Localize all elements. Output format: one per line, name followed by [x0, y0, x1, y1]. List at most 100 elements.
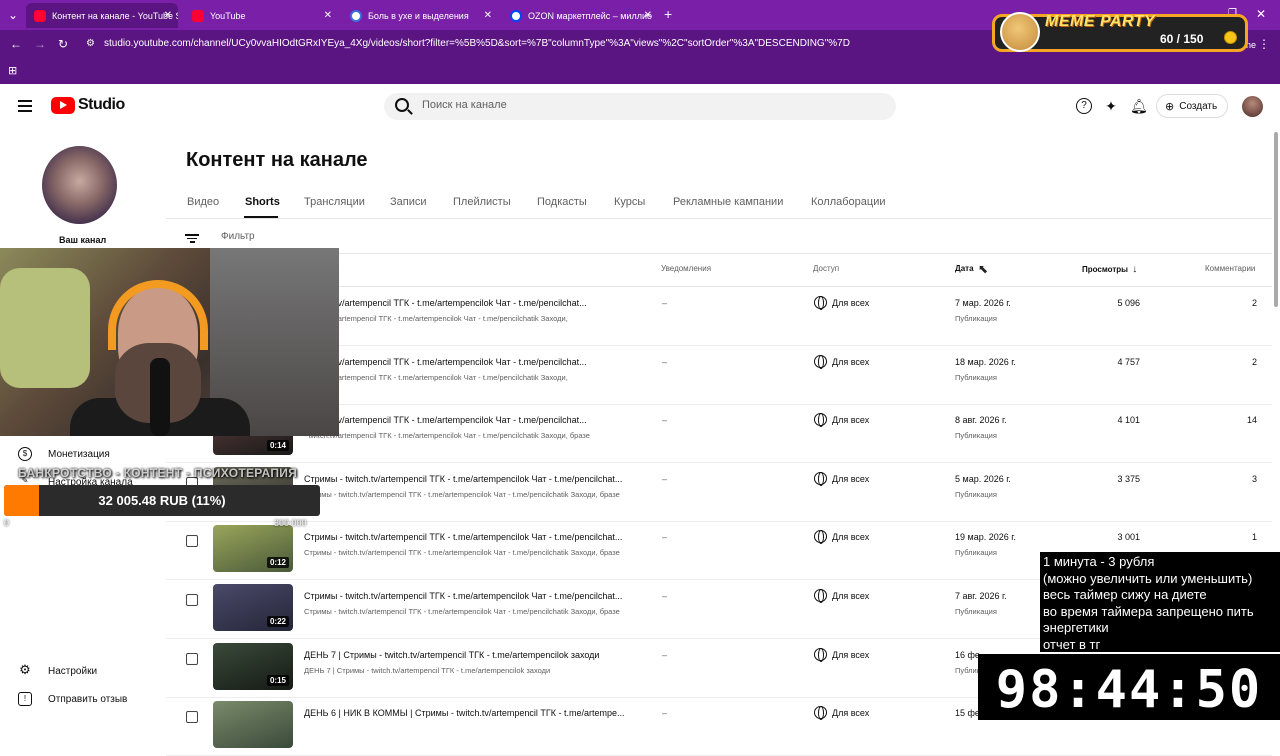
- timer-rule-line: 1 минута - 3 рубля: [1043, 554, 1155, 569]
- cursor-icon: ⬉: [978, 262, 989, 276]
- date-value: 16 фе: [955, 649, 980, 660]
- sidebar-item-label: Отправить отзыв: [48, 693, 128, 705]
- tab-videos[interactable]: Видео: [187, 196, 219, 208]
- close-icon[interactable]: ✕: [324, 10, 332, 21]
- studio-logo-text[interactable]: Studio: [78, 96, 125, 114]
- date-value: 5 мар. 2026 г.: [955, 473, 1011, 484]
- column-header-comments[interactable]: Комментарии: [1205, 264, 1255, 273]
- notifications-value: –: [662, 298, 668, 308]
- video-thumbnail[interactable]: 0:22: [213, 584, 293, 631]
- video-title[interactable]: Стримы - twitch.tv/artempencil ТГК - t.m…: [304, 474, 644, 484]
- forward-icon[interactable]: →: [34, 37, 46, 51]
- ozon-icon: [510, 9, 522, 22]
- tab-posts[interactable]: Записи: [390, 196, 427, 208]
- bell-icon[interactable]: 🔔︎: [1130, 98, 1148, 114]
- video-thumbnail[interactable]: 0:12: [213, 525, 293, 573]
- video-title[interactable]: ДЕНЬ 6 | НИК В КОММЫ | Стримы - twitch.t…: [304, 708, 644, 718]
- donation-goal-text: 32 005.48 RUB (11%): [98, 493, 226, 508]
- channel-avatar[interactable]: [42, 146, 117, 224]
- avatar[interactable]: [1242, 96, 1263, 117]
- video-thumbnail[interactable]: 0:15: [213, 642, 293, 690]
- youtube-icon: [192, 9, 204, 22]
- sidebar-item-label: Настройки: [48, 665, 98, 677]
- sidebar-item-settings[interactable]: ⚙ Настройки: [18, 663, 98, 678]
- site-info-icon[interactable]: ⚙: [86, 37, 95, 51]
- browser-tab-studio[interactable]: Контент на канале - YouTube S ✕: [26, 3, 178, 28]
- tab-collaborations[interactable]: Коллаборации: [811, 196, 885, 208]
- access-value[interactable]: Для всех: [832, 708, 869, 718]
- video-description: - twitch.tv/artempencil ТГК - t.me/artem…: [304, 431, 590, 441]
- tab-courses[interactable]: Курсы: [614, 196, 645, 208]
- video-thumbnail[interactable]: [213, 701, 293, 749]
- sparkle-icon[interactable]: ✦: [1103, 98, 1119, 114]
- tab-podcasts[interactable]: Подкасты: [537, 196, 587, 208]
- row-checkbox[interactable]: [186, 535, 198, 548]
- scrollbar[interactable]: [1274, 132, 1278, 307]
- views-value: 4 757: [1117, 356, 1140, 367]
- apps-grid-icon[interactable]: ⊞: [8, 64, 17, 78]
- donation-goal-start: 0: [4, 518, 10, 528]
- access-value[interactable]: Для всех: [832, 298, 869, 308]
- search-icon[interactable]: [395, 98, 409, 112]
- tab-label: YouTube: [210, 10, 246, 21]
- url-field[interactable]: studio.youtube.com/channel/UCy0vvaHIOdtG…: [104, 35, 1004, 53]
- close-icon[interactable]: ✕: [484, 10, 492, 21]
- help-icon[interactable]: ?: [1076, 98, 1092, 114]
- row-checkbox[interactable]: [186, 594, 198, 606]
- close-icon[interactable]: ✕: [644, 10, 652, 21]
- access-value[interactable]: Для всех: [832, 591, 869, 601]
- browser-tab-doc[interactable]: Боль в ухе и выделения ✕: [342, 3, 498, 28]
- row-checkbox[interactable]: [186, 711, 198, 724]
- meme-party-count: 60 / 150: [1160, 32, 1204, 46]
- meme-party-title: MEME PARTY: [1045, 13, 1156, 30]
- browser-tab-youtube[interactable]: YouTube ✕: [184, 3, 338, 28]
- reload-icon[interactable]: ↻: [58, 37, 68, 51]
- publish-status: Публикация: [955, 372, 997, 382]
- access-value[interactable]: Для всех: [832, 357, 869, 367]
- hamburger-menu-icon[interactable]: [18, 100, 32, 112]
- stream-banner: БАНКРОТСТВО - КОНТЕНТ - ПСИХОТЕРАПИЯ: [18, 466, 298, 480]
- access-value[interactable]: Для всех: [832, 650, 869, 660]
- video-title[interactable]: - twitch.tv/artempencil ТГК - t.me/artem…: [304, 415, 644, 425]
- access-value[interactable]: Для всех: [832, 474, 869, 484]
- table-row[interactable]: Стримы - twitch.tv/artempencil ТГК - t.m…: [166, 463, 1272, 522]
- sidebar-item-feedback[interactable]: ! Отправить отзыв: [18, 692, 127, 706]
- filter-input[interactable]: Фильтр: [221, 231, 255, 242]
- column-header-notifications[interactable]: Уведомления: [661, 264, 711, 273]
- column-header-access[interactable]: Доступ: [813, 264, 839, 273]
- access-value[interactable]: Для всех: [832, 532, 869, 542]
- tab-list-icon[interactable]: ⌄: [8, 8, 18, 22]
- create-button[interactable]: ⊕ Создать: [1156, 94, 1228, 118]
- tab-playlists[interactable]: Плейлисты: [453, 196, 511, 208]
- video-title[interactable]: Стримы - twitch.tv/artempencil ТГК - t.m…: [304, 532, 644, 542]
- browser-tab-ozon[interactable]: OZON маркетплейс – миллио ✕: [502, 3, 658, 28]
- row-checkbox[interactable]: [186, 652, 198, 665]
- globe-icon: [814, 530, 827, 545]
- video-description: - twitch.tv/artempencil ТГК - t.me/artem…: [304, 372, 568, 382]
- tab-ad-campaigns[interactable]: Рекламные кампании: [673, 196, 783, 208]
- video-title[interactable]: - twitch.tv/artempencil ТГК - t.me/artem…: [304, 357, 644, 367]
- access-value[interactable]: Для всех: [832, 415, 869, 425]
- column-header-views[interactable]: Просмотры ↓: [1082, 264, 1137, 275]
- close-window-icon[interactable]: ✕: [1256, 7, 1266, 21]
- back-icon[interactable]: ←: [10, 37, 22, 51]
- globe-icon: [814, 471, 827, 486]
- tab-live[interactable]: Трансляции: [304, 196, 365, 208]
- video-title[interactable]: Стримы - twitch.tv/artempencil ТГК - t.m…: [304, 591, 644, 601]
- timer-rules: 1 минута - 3 рубля (можно увеличить или …: [1040, 552, 1280, 652]
- video-title[interactable]: ДЕНЬ 7 | Стримы - twitch.tv/artempencil …: [304, 650, 644, 660]
- menu-icon[interactable]: ⋮: [1258, 37, 1270, 51]
- views-value: 5 096: [1117, 298, 1140, 308]
- new-tab-icon[interactable]: +: [664, 7, 672, 21]
- timer-rule-line: во время таймера запрещено пить: [1043, 603, 1254, 619]
- notifications-value: –: [662, 649, 668, 660]
- close-icon[interactable]: ✕: [164, 10, 172, 21]
- video-title[interactable]: - twitch.tv/artempencil ТГК - t.me/artem…: [304, 298, 644, 308]
- sidebar-item-monetization[interactable]: $ Монетизация: [18, 447, 110, 461]
- tab-label: Контент на канале - YouTube S: [52, 10, 178, 21]
- youtube-logo-icon[interactable]: [51, 97, 75, 114]
- filter-icon[interactable]: [185, 232, 199, 245]
- globe-icon: [814, 589, 827, 603]
- tab-shorts[interactable]: Shorts: [245, 196, 280, 208]
- column-header-date[interactable]: Дата: [955, 264, 974, 273]
